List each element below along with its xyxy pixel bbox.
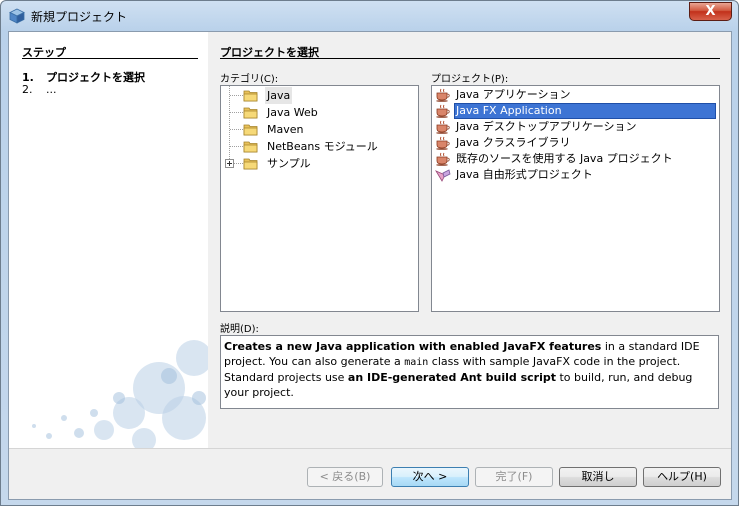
step-label: プロジェクトを選択 — [46, 71, 145, 84]
category-label: NetBeans モジュール — [267, 140, 378, 153]
folder-icon — [243, 107, 258, 119]
next-button[interactable]: 次へ > — [391, 467, 469, 487]
step-label: ... — [46, 83, 57, 96]
section-divider — [220, 58, 720, 59]
back-button[interactable]: < 戻る(B) — [307, 467, 383, 487]
java-cup-icon — [436, 104, 450, 118]
decorative-bokeh-graphic — [32, 340, 208, 448]
help-button[interactable]: ヘルプ(H) — [643, 467, 721, 487]
expand-plus-icon[interactable] — [225, 159, 234, 168]
java-cup-icon — [436, 136, 450, 150]
cancel-button[interactable]: 取消し — [559, 467, 637, 487]
description-box: Creates a new Java application with enab… — [220, 335, 719, 409]
project-label: Java FX Application — [456, 104, 562, 117]
project-label: Java 自由形式プロジェクト — [456, 168, 593, 181]
title-bar[interactable]: 新規プロジェクト X — [1, 1, 738, 30]
button-bar-divider — [9, 448, 731, 449]
category-label: Java — [265, 87, 293, 104]
folder-icon — [243, 124, 258, 136]
project-label: 既存のソースを使用する Java プロジェクト — [456, 152, 673, 165]
category-item-netbeans-modules[interactable]: NetBeans モジュール — [221, 138, 416, 155]
new-project-dialog: 新規プロジェクト X ステップ 1. プロジェクトを選択 2.... プロジェク… — [0, 0, 739, 506]
categories-tree[interactable]: Java Java Web Maven NetBeans モジュール サンプル — [220, 85, 419, 312]
close-button[interactable]: X — [689, 2, 732, 21]
folder-icon — [243, 141, 258, 153]
projects-label: プロジェクト(P): — [431, 74, 509, 85]
category-item-java[interactable]: Java — [221, 87, 416, 104]
folder-icon — [243, 158, 258, 170]
freeform-project-icon — [435, 169, 451, 182]
folder-icon — [243, 90, 258, 102]
steps-panel: ステップ 1. プロジェクトを選択 2.... — [9, 32, 208, 448]
project-label: Java アプリケーション — [456, 88, 571, 101]
categories-label: カテゴリ(C): — [220, 74, 279, 85]
project-item-java-desktop-application[interactable]: Java デスクトップアプリケーション — [434, 119, 716, 135]
project-item-java-class-library[interactable]: Java クラスライブラリ — [434, 135, 716, 151]
project-item-java-existing-sources[interactable]: 既存のソースを使用する Java プロジェクト — [434, 151, 716, 167]
description-label: 説明(D): — [220, 324, 259, 335]
java-cup-icon — [436, 120, 450, 134]
project-item-java-application[interactable]: Java アプリケーション — [434, 87, 716, 103]
java-cup-icon — [436, 88, 450, 102]
step-item: 2.... — [22, 83, 57, 96]
window-title: 新規プロジェクト — [31, 10, 128, 24]
category-item-samples[interactable]: サンプル — [221, 155, 416, 172]
netbeans-cube-icon — [9, 8, 25, 24]
category-label: Java Web — [267, 106, 318, 119]
project-item-javafx-application[interactable]: Java FX Application — [434, 103, 716, 119]
project-label: Java クラスライブラリ — [456, 136, 571, 149]
category-label: Maven — [267, 123, 304, 136]
steps-divider — [22, 58, 198, 59]
close-icon: X — [705, 4, 716, 19]
project-item-java-freeform[interactable]: Java 自由形式プロジェクト — [434, 167, 716, 183]
finish-button[interactable]: 完了(F) — [475, 467, 553, 487]
project-label: Java デスクトップアプリケーション — [456, 120, 637, 133]
category-item-java-web[interactable]: Java Web — [221, 104, 416, 121]
dialog-content: ステップ 1. プロジェクトを選択 2.... プロジェクトを選択 カテゴリ(C… — [8, 31, 732, 500]
category-label: サンプル — [267, 157, 311, 170]
java-cup-icon — [436, 152, 450, 166]
category-item-maven[interactable]: Maven — [221, 121, 416, 138]
projects-list[interactable]: Java アプリケーション Java FX Application Java デ… — [431, 85, 720, 312]
